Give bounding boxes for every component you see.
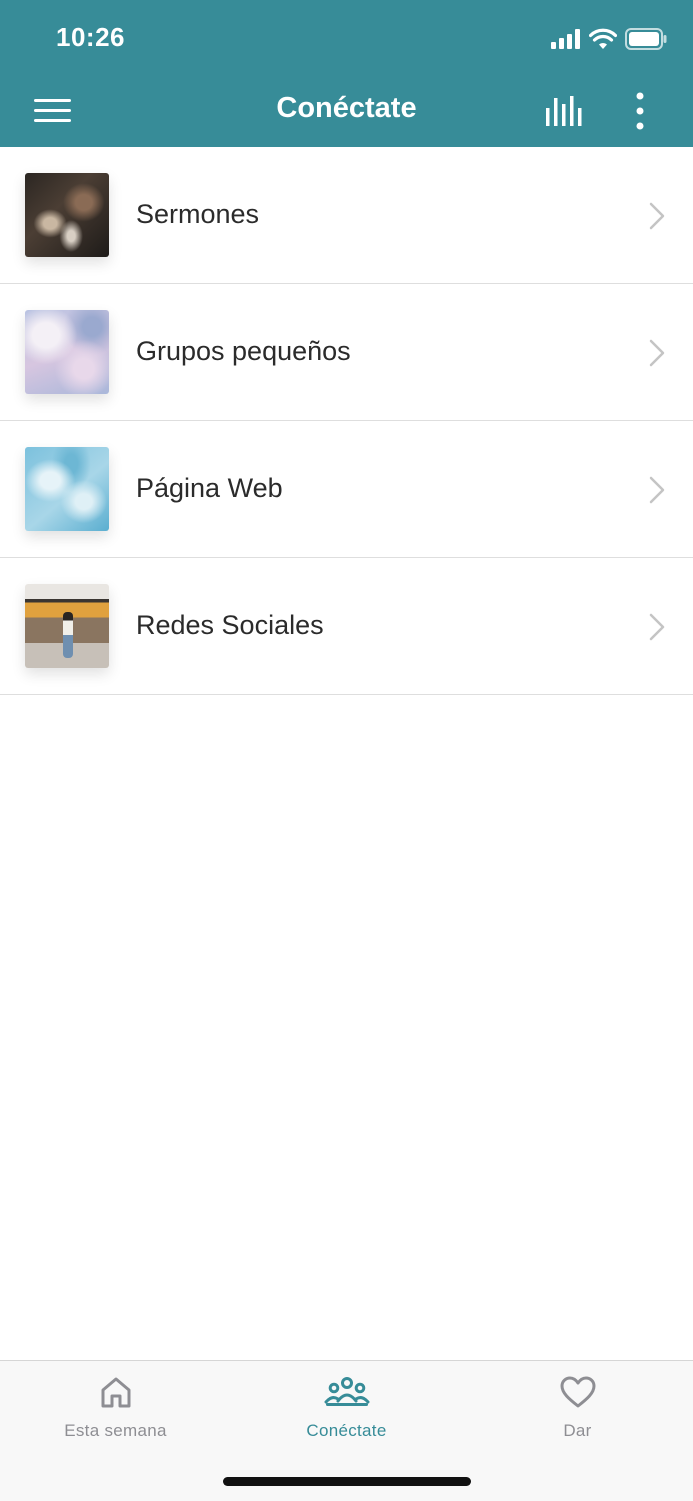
sermones-thumbnail: [25, 173, 109, 257]
people-icon: [324, 1377, 369, 1406]
grupos-thumbnail: [25, 310, 109, 394]
top-header: 10:26 Conéctate: [0, 0, 693, 147]
bar-chart-icon: [546, 96, 582, 126]
list-item-label: Página Web: [136, 473, 283, 503]
chevron-right-icon: [649, 339, 665, 367]
stats-button[interactable]: [544, 94, 588, 128]
tab-conectate[interactable]: Conéctate: [231, 1361, 462, 1461]
tab-label: Conéctate: [306, 1421, 387, 1440]
chevron-right-icon: [649, 613, 665, 641]
navigation-bar: Conéctate: [0, 74, 693, 147]
more-options-button[interactable]: [626, 92, 654, 130]
home-indicator: [223, 1477, 471, 1486]
list-item-pagina-web[interactable]: Página Web: [0, 421, 693, 558]
tab-label: Esta semana: [64, 1421, 167, 1440]
list-item-sermones[interactable]: Sermones: [0, 147, 693, 284]
list-item-label: Grupos pequeños: [136, 336, 351, 366]
list-item-grupos[interactable]: Grupos pequeños: [0, 284, 693, 421]
vertical-ellipsis-icon: [636, 92, 644, 130]
chevron-right-icon: [649, 476, 665, 504]
home-icon: [101, 1377, 130, 1408]
heart-icon: [560, 1376, 595, 1408]
list-item-label: Redes Sociales: [136, 610, 324, 640]
redes-sociales-thumbnail: [25, 584, 109, 668]
chevron-right-icon: [649, 202, 665, 230]
connect-list: Sermones Grupos pequeños Página Web Rede…: [0, 147, 693, 695]
status-time: 10:26: [56, 22, 125, 52]
battery-icon: [625, 28, 667, 50]
wifi-icon: [589, 28, 617, 49]
signal-icon: [551, 29, 580, 49]
status-icons: [551, 26, 667, 52]
tab-dar[interactable]: Dar: [462, 1361, 693, 1461]
tab-esta-semana[interactable]: Esta semana: [0, 1361, 231, 1461]
tab-label: Dar: [563, 1421, 592, 1440]
list-item-redes-sociales[interactable]: Redes Sociales: [0, 558, 693, 695]
pagina-web-thumbnail: [25, 447, 109, 531]
person-figure: [63, 612, 73, 658]
list-item-label: Sermones: [136, 199, 260, 229]
page-title: Conéctate: [276, 92, 417, 124]
